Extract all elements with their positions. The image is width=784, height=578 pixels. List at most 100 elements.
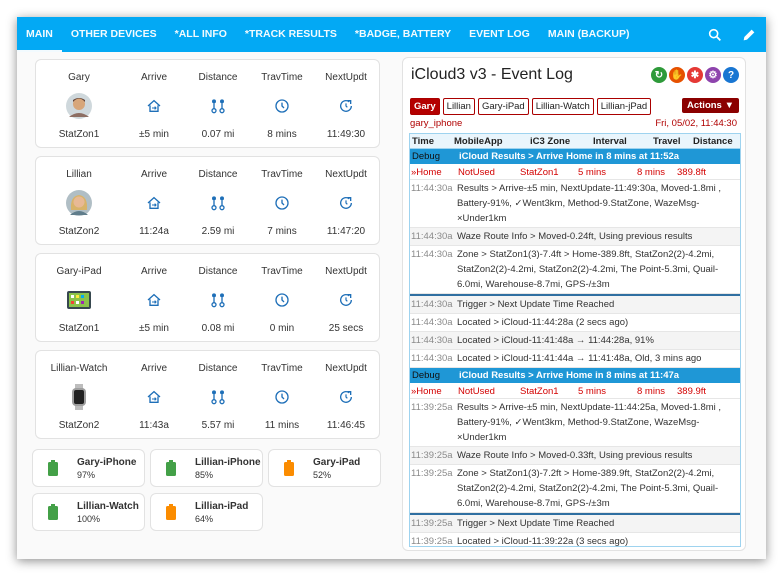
battery-card-lillian-watch[interactable]: Lillian-Watch 100% xyxy=(32,493,145,531)
log-message: Located > iCloud-11:39:22a (3 secs ago) xyxy=(457,536,629,547)
travtime-value: 0 min xyxy=(269,323,295,334)
tab-badge-battery[interactable]: *BADGE, BATTERY xyxy=(346,17,460,52)
battery-device-name: Lillian-iPad xyxy=(195,500,249,512)
tab-main[interactable]: MAIN xyxy=(17,17,62,52)
device-button-lillian-ipad[interactable]: Lillian-jPad xyxy=(596,98,652,115)
route-icon xyxy=(210,93,226,119)
log-time: 11:44:30a xyxy=(411,231,453,242)
device-filter-buttons: Gary Lillian Gary-iPad Lillian-Watch Lil… xyxy=(410,98,652,115)
arrive-label: Arrive xyxy=(140,363,168,374)
person-card-gary: Gary StatZon1 Arrive ±5 min Distance 0.07 … xyxy=(35,59,380,148)
device-button-gary[interactable]: Gary xyxy=(410,98,440,115)
travtime-value: 11 mins xyxy=(264,420,300,431)
hand-icon[interactable]: ✋ xyxy=(669,67,685,83)
woman-avatar-icon xyxy=(66,190,92,216)
event-log-list[interactable]: Time MobileApp iC3 Zone Interval Travel … xyxy=(409,133,741,547)
log-time: 11:44:30a xyxy=(411,299,453,310)
home-cell: 8 mins xyxy=(637,166,665,178)
device-name: gary_iphone xyxy=(410,118,463,129)
log-time: 11:39:25a xyxy=(411,450,453,461)
person-card-gary-ipad: Gary-iPad StatZon1 Arrive ±5 min Distance… xyxy=(35,253,380,342)
clock-icon xyxy=(274,384,290,410)
travtime-value: 8 mins xyxy=(267,129,297,140)
device-button-lillian[interactable]: Lillian xyxy=(442,98,475,115)
battery-device-name: Lillian-Watch xyxy=(77,500,139,512)
clock-icon xyxy=(274,190,290,216)
tab-track-results[interactable]: *TRACK RESULTS xyxy=(236,17,346,52)
battery-card-gary-ipad[interactable]: Gary-iPad 52% xyxy=(268,449,381,487)
nextupdt-label: NextUpdt xyxy=(325,169,367,180)
home-cell: NotUsed xyxy=(458,166,495,178)
travtime-label: TravTime xyxy=(261,169,303,180)
log-message: Located > iCloud-11:44:28a (2 secs ago) xyxy=(457,317,629,328)
log-time: 11:44:30a xyxy=(411,183,453,194)
device-button-lillian-watch[interactable]: Lillian-Watch xyxy=(531,98,594,115)
home-summary-row: »Home NotUsed StatZon1 5 mins 8 mins 389.9ft xyxy=(410,384,740,399)
arrive-value: ±5 min xyxy=(139,323,169,334)
battery-percent: 52% xyxy=(313,469,332,480)
person-name: Gary-iPad xyxy=(56,266,102,277)
log-message: Located > iCloud-11:41:44a → 11:41:48a, … xyxy=(457,353,702,364)
log-time: 11:39:25a xyxy=(411,536,453,547)
arrive-value: 11:24a xyxy=(139,226,169,237)
bug-icon[interactable]: ✱ xyxy=(687,67,703,83)
log-time: 11:39:25a xyxy=(411,402,453,413)
zone-value: StatZon2 xyxy=(58,226,100,237)
log-message: Trigger > Next Update Time Reached xyxy=(457,518,615,529)
log-time: 11:44:30a xyxy=(411,249,453,260)
device-button-gary-ipad[interactable]: Gary-iPad xyxy=(477,98,529,115)
log-message: Results > Arrive-±5 min, NextUpdate-11:4… xyxy=(457,402,722,443)
log-row: 11:44:30a Trigger > Next Update Time Reac… xyxy=(410,294,740,314)
settings-gear-icon[interactable]: ⚙ xyxy=(705,67,721,83)
refresh-clock-icon xyxy=(338,93,354,119)
actions-label: Actions xyxy=(687,100,722,111)
travtime-value: 7 mins xyxy=(267,226,297,237)
search-icon[interactable] xyxy=(698,17,732,52)
battery-icon xyxy=(279,460,299,476)
log-row: 11:44:30a Located > iCloud-11:41:48a → 11… xyxy=(410,332,740,350)
ipad-icon xyxy=(66,287,92,313)
distance-value: 5.57 mi xyxy=(201,420,235,431)
home-arrive-icon xyxy=(146,287,162,313)
home-cell: »Home xyxy=(411,166,442,178)
arrive-value: ±5 min xyxy=(139,129,169,140)
actions-dropdown[interactable]: Actions ▼ xyxy=(682,98,739,113)
battery-card-lillian-iphone[interactable]: Lillian-iPhone 85% xyxy=(150,449,263,487)
debug-label: Debug xyxy=(412,370,440,381)
battery-icon xyxy=(161,504,181,520)
log-message: Located > iCloud-11:41:48a → 11:44:28a, … xyxy=(457,335,654,346)
nextupdt-label: NextUpdt xyxy=(325,266,367,277)
battery-device-name: Gary-iPad xyxy=(313,456,361,468)
refresh-icon[interactable]: ↻ xyxy=(651,67,667,83)
distance-label: Distance xyxy=(198,72,238,83)
route-icon xyxy=(210,287,226,313)
tab-event-log[interactable]: EVENT LOG xyxy=(460,17,539,52)
pencil-icon[interactable] xyxy=(732,17,766,52)
route-icon xyxy=(210,384,226,410)
debug-label: Debug xyxy=(412,151,440,162)
nextupdt-label: NextUpdt xyxy=(325,363,367,374)
log-time: 11:39:25a xyxy=(411,518,453,529)
refresh-clock-icon xyxy=(338,190,354,216)
battery-percent: 64% xyxy=(195,513,214,524)
battery-device-name: Gary-iPhone xyxy=(77,456,137,468)
nextupdt-value: 25 secs xyxy=(328,323,364,334)
home-cell: 5 mins xyxy=(578,385,606,397)
log-time: 11:44:30a xyxy=(411,335,453,346)
zone-value: StatZon1 xyxy=(58,323,100,334)
battery-card-lillian-ipad[interactable]: Lillian-iPad 64% xyxy=(150,493,263,531)
tab-all-info[interactable]: *ALL INFO xyxy=(166,17,236,52)
clock-icon xyxy=(274,287,290,313)
home-cell: 389.8ft xyxy=(677,166,707,178)
home-arrive-icon xyxy=(146,93,162,119)
battery-card-gary-iphone[interactable]: Gary-iPhone 97% xyxy=(32,449,145,487)
tab-other-devices[interactable]: OTHER DEVICES xyxy=(62,17,166,52)
person-name: Lillian xyxy=(66,169,92,180)
battery-percent: 85% xyxy=(195,469,214,480)
distance-value: 2.59 mi xyxy=(201,226,235,237)
tab-main-backup[interactable]: MAIN (BACKUP) xyxy=(539,17,639,52)
refresh-clock-icon xyxy=(338,287,354,313)
help-icon[interactable]: ? xyxy=(723,67,739,83)
nextupdt-value: 11:47:20 xyxy=(326,226,366,237)
person-card-lillian: Lillian StatZon2 Arrive 11:24a Distance 2.… xyxy=(35,156,380,245)
